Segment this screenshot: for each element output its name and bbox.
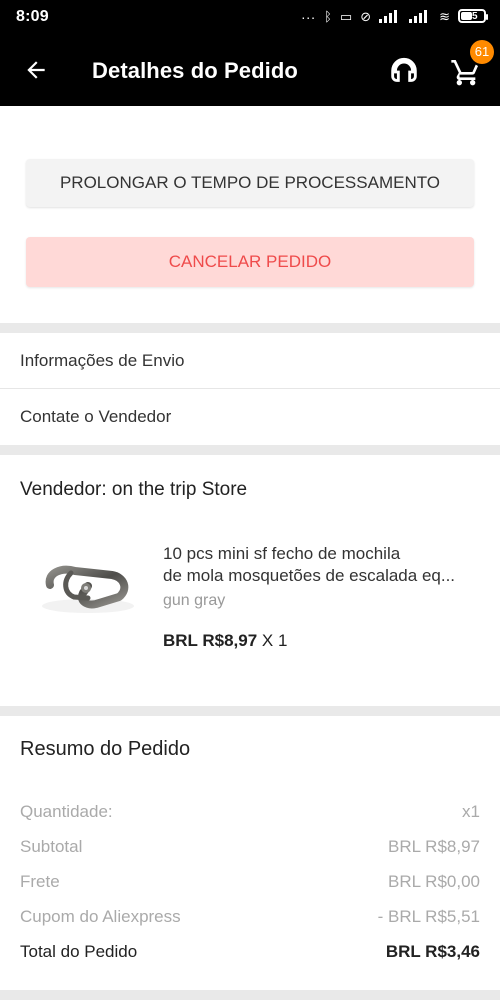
seller-name[interactable]: Vendedor: on the trip Store [20,479,247,501]
product-quantity: X 1 [261,631,288,650]
product-price: BRL R$8,97 [163,631,258,650]
signal-icon [379,9,401,23]
back-button[interactable] [18,55,54,85]
summary-label: Frete [20,872,60,891]
bluetooth-icon: ᛒ [324,8,332,24]
status-icons: ... ᛒ ▭ ⊘ ≋ 45 [301,6,488,24]
summary-row-total: Total do Pedido BRL R$3,46 [20,942,480,966]
battery-level: 45 [466,10,478,22]
battery-icon: 45 [458,9,488,23]
product-card: Vendedor: on the trip Store 10 pcs mini … [0,455,500,706]
order-summary-card: Resumo do Pedido Quantidade: x1 Subtotal… [0,716,500,990]
signal-icon-2 [409,9,431,23]
summary-row-coupon: Cupom do Aliexpress - BRL R$5,51 [20,907,480,931]
product-title-line-1[interactable]: 10 pcs mini sf fecho de mochila [163,543,483,565]
summary-row-quantity: Quantidade: x1 [20,802,480,826]
product-image[interactable] [30,536,146,622]
product-variant: gun gray [163,592,226,609]
extend-processing-button[interactable]: PROLONGAR O TEMPO DE PROCESSAMENTO [26,159,474,207]
summary-label: Subtotal [20,837,83,856]
mute-icon: ⊘ [360,8,372,24]
product-price-line: BRL R$8,97 X 1 [163,631,287,651]
summary-label: Quantidade: [20,802,113,821]
summary-row-shipping: Frete BRL R$0,00 [20,872,480,896]
summary-row-subtotal: Subtotal BRL R$8,97 [20,837,480,861]
summary-title: Resumo do Pedido [20,738,191,760]
order-links-card: Informações de Envio Contate o Vendedor [0,333,500,445]
cart-badge: 61 [470,40,494,64]
summary-value: BRL R$0,00 [388,872,480,891]
summary-value: BRL R$8,97 [388,837,480,856]
summary-value: - BRL R$5,51 [377,907,480,926]
headset-icon [391,57,417,82]
summary-total-label: Total do Pedido [20,942,138,961]
support-button[interactable] [384,52,424,92]
page-title: Detalhes do Pedido [92,58,298,83]
app-bar: Detalhes do Pedido 61 [0,34,500,106]
shipping-info-link[interactable]: Informações de Envio [0,333,500,389]
contact-seller-link[interactable]: Contate o Vendedor [0,389,500,445]
vibrate-icon: ▭ [339,8,353,24]
status-bar: 8:09 ... ᛒ ▭ ⊘ ≋ 45 [0,0,500,34]
summary-label: Cupom do Aliexpress [20,907,181,926]
arrow-left-icon [27,61,45,79]
carabiner-image [42,565,134,613]
status-dots: ... [301,6,317,22]
wifi-icon: ≋ [439,8,450,24]
product-title-line-2[interactable]: de mola mosquetões de escalada eq... [163,565,483,587]
order-actions-card: PROLONGAR O TEMPO DE PROCESSAMENTO CANCE… [0,106,500,323]
cart-button[interactable]: 61 [450,40,494,92]
cancel-order-button[interactable]: CANCELAR PEDIDO [26,237,474,287]
summary-value: x1 [462,802,480,821]
summary-total-value: BRL R$3,46 [385,942,480,961]
status-time: 8:09 [16,8,49,25]
